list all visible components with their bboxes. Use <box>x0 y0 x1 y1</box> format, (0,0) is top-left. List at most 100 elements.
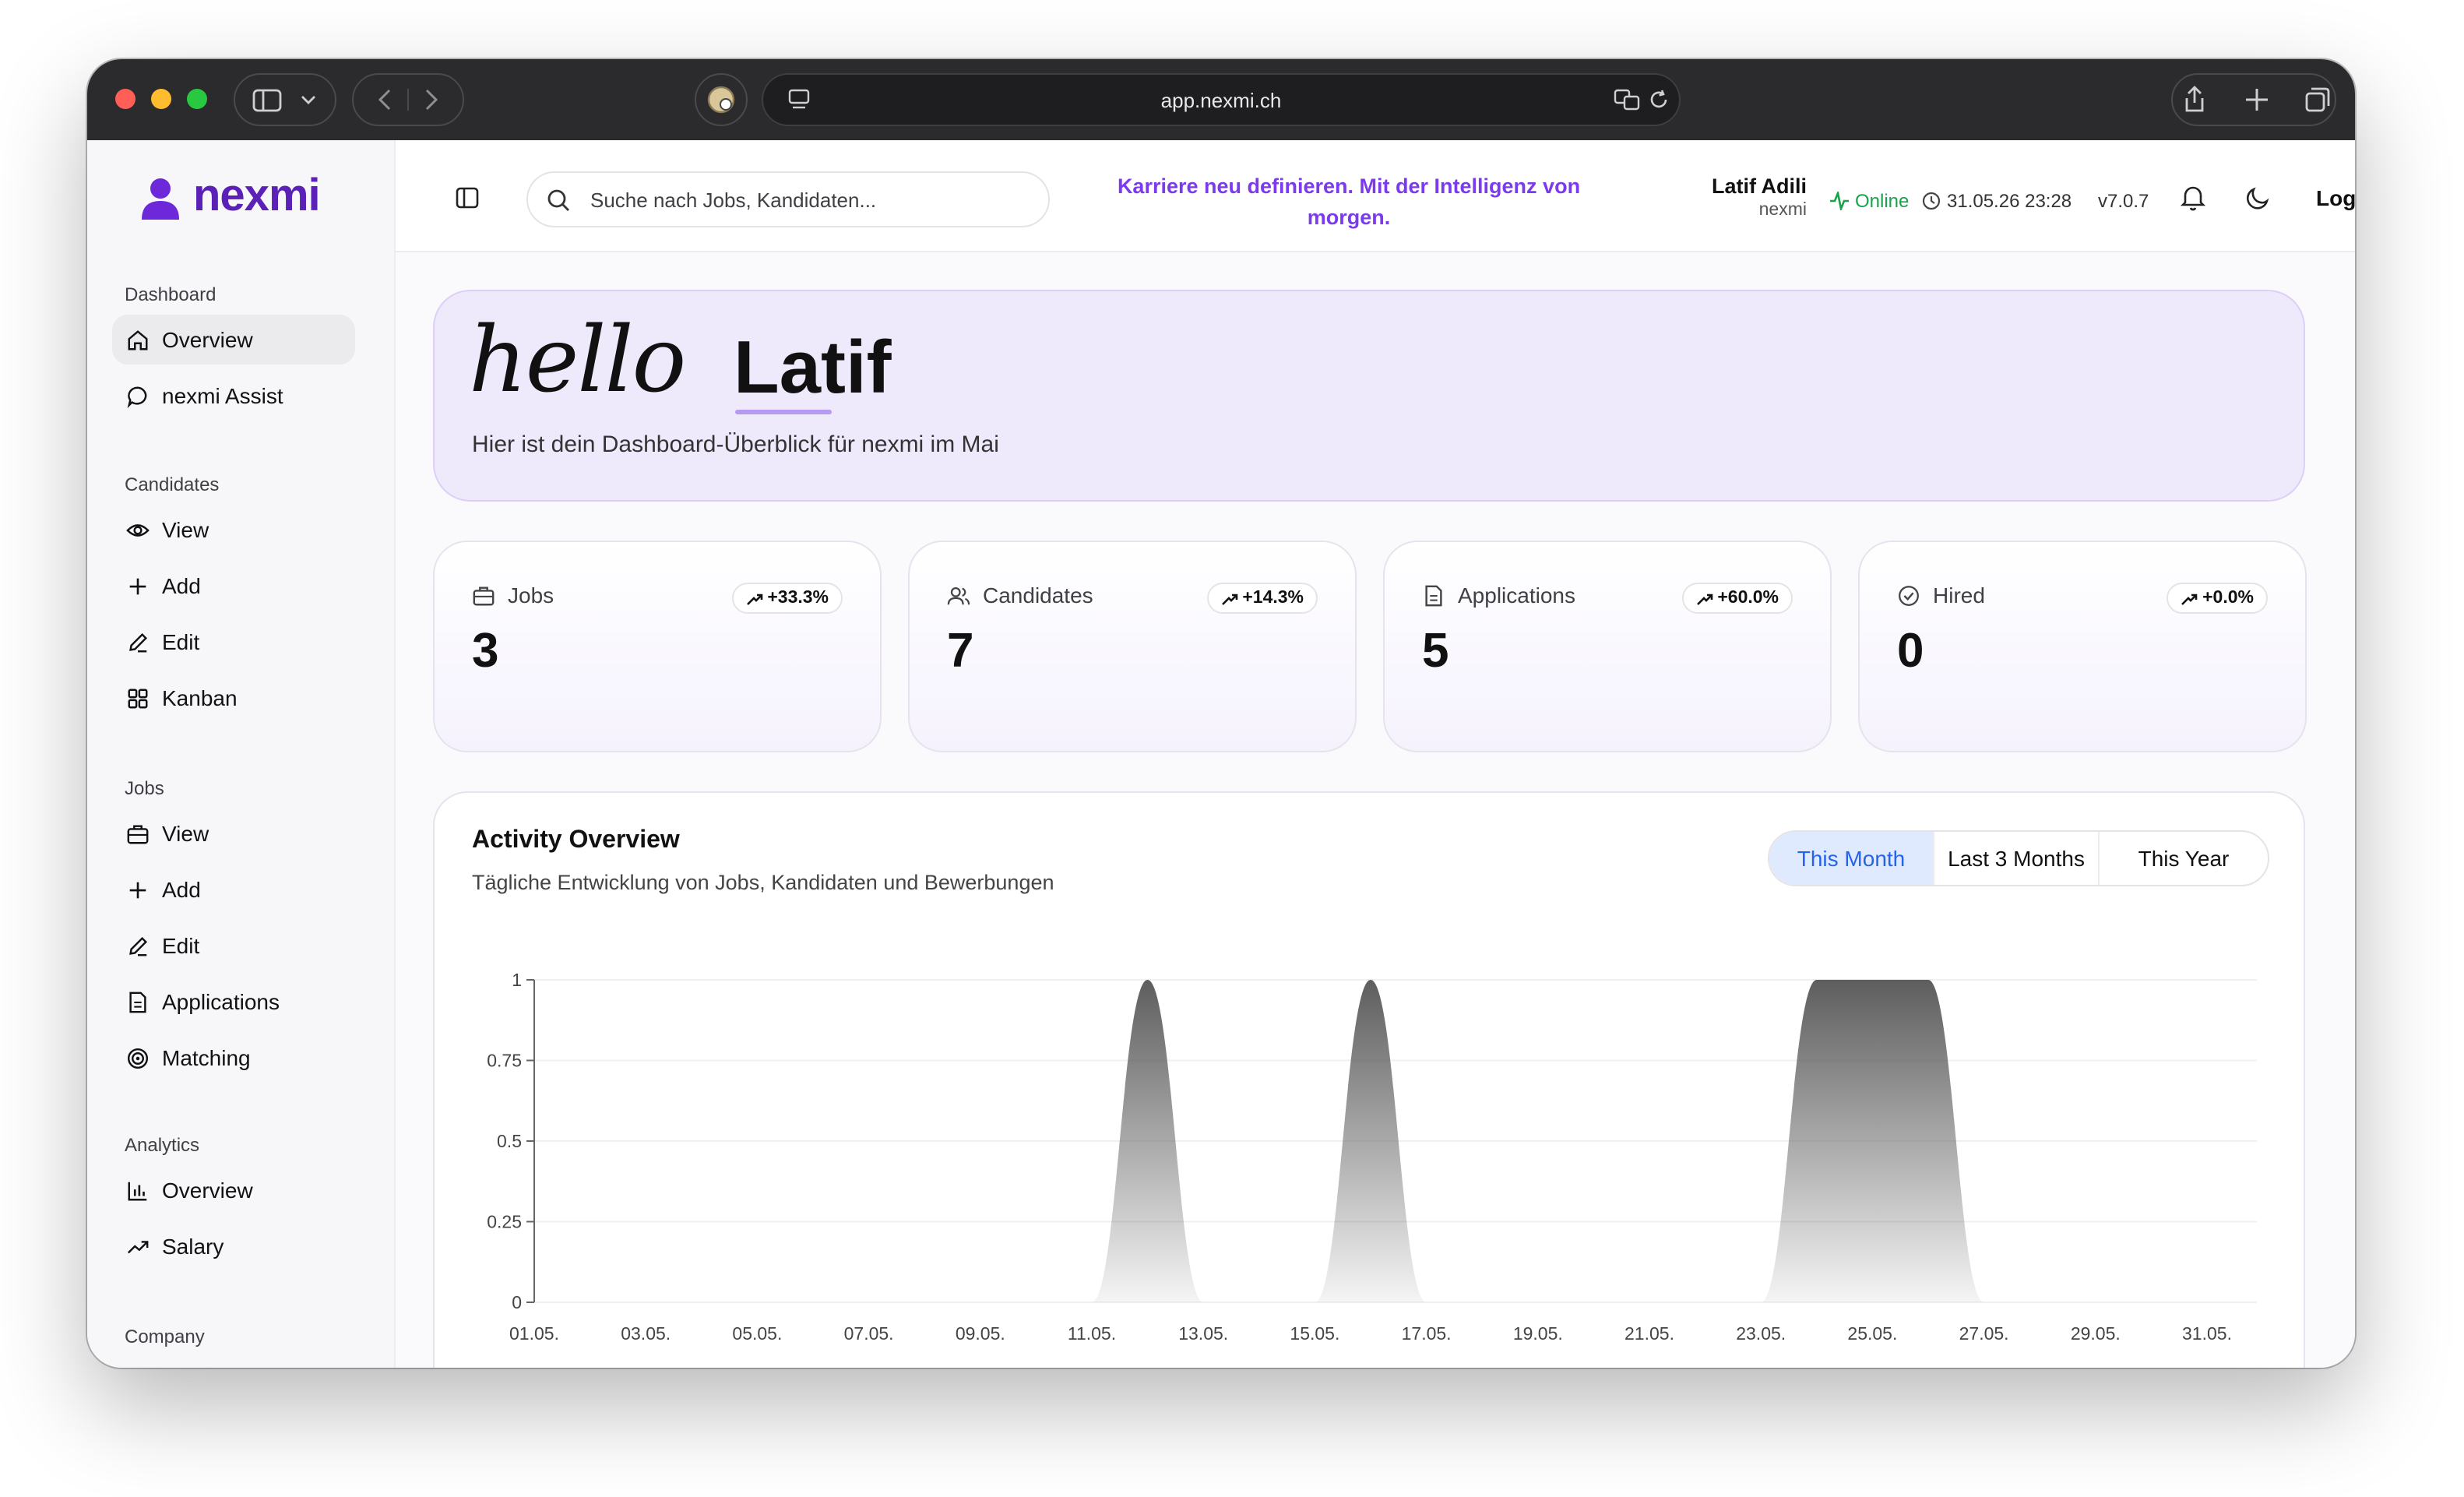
x-tick-label: 13.05. <box>1178 1323 1228 1344</box>
check-circle-icon <box>1899 585 1919 605</box>
status-indicator: Online <box>1829 190 1909 212</box>
y-tick-label: 0.25 <box>487 1212 522 1232</box>
bell-icon[interactable] <box>2181 184 2205 212</box>
sidebar-item-candidates-view[interactable]: View <box>112 505 355 555</box>
stat-change-badge: +60.0% <box>1681 583 1793 614</box>
stat-value: 3 <box>472 623 499 678</box>
translate-icon[interactable] <box>1614 89 1642 111</box>
datetime-display: 31.05.26 23:28 <box>1922 190 2072 212</box>
plus-icon <box>128 881 146 898</box>
moon-icon[interactable] <box>2246 185 2271 210</box>
trend-up-icon <box>746 593 762 604</box>
activity-chart: 0 0.25 0.5 0.75 1 01.05. 03.05. 05.05. 07.05. 09.… <box>487 970 2257 1344</box>
forward-icon <box>425 89 438 111</box>
stat-change-badge: +14.3% <box>1206 583 1318 614</box>
zoom-window-button[interactable] <box>187 89 207 109</box>
stat-label: Jobs <box>472 583 554 608</box>
sidebar-item-candidates-edit[interactable]: Edit <box>112 617 355 667</box>
greeting-subtitle: Hier ist dein Dashboard-Überblick für ne… <box>472 431 999 458</box>
y-tick-label: 0.5 <box>497 1131 522 1151</box>
trend-up-icon <box>1221 593 1237 604</box>
minimize-window-button[interactable] <box>151 89 171 109</box>
tagline: Karriere neu definieren. Mit der Intelli… <box>1117 174 1581 229</box>
y-tick-label: 0.75 <box>487 1051 522 1071</box>
home-icon <box>127 329 147 350</box>
x-tick-label: 25.05. <box>1847 1323 1897 1344</box>
sidebar-item-jobs-add[interactable]: Add <box>112 865 355 914</box>
clock-icon <box>1922 192 1941 210</box>
pencil-icon <box>128 632 147 652</box>
sidebar-item-label: Applications <box>162 989 280 1014</box>
stat-card-hired[interactable]: Hired 0 +0.0% <box>1858 541 2307 752</box>
sidebar-item-candidates-add[interactable]: Add <box>112 561 355 611</box>
briefcase-icon <box>126 824 148 844</box>
sidebar-section-title: Dashboard <box>125 284 216 305</box>
sidebar-item-jobs-applications[interactable]: Applications <box>112 977 355 1027</box>
grid-icon <box>127 688 147 708</box>
stat-value: 7 <box>947 623 974 678</box>
collapse-sidebar-icon[interactable] <box>455 185 480 210</box>
extension-icon <box>707 86 735 114</box>
sidebar-section-title: Analytics <box>125 1134 200 1156</box>
range-this-month-button[interactable]: This Month <box>1769 832 1934 885</box>
stat-value: 5 <box>1422 623 1449 678</box>
extension-button[interactable] <box>695 73 748 126</box>
search-input[interactable] <box>590 173 1026 226</box>
stat-card-jobs[interactable]: Jobs 3 +33.3% <box>433 541 882 752</box>
x-tick-label: 31.05. <box>2182 1323 2232 1344</box>
chat-bubble-icon <box>126 386 146 407</box>
sidebar-item-jobs-view[interactable]: View <box>112 808 355 858</box>
stat-label: Applications <box>1422 583 1575 608</box>
search-box <box>526 171 1050 227</box>
stat-card-candidates[interactable]: Candidates 7 +14.3% <box>908 541 1357 752</box>
sidebar-item-candidates-kanban[interactable]: Kanban <box>112 673 355 723</box>
activity-icon <box>1830 192 1849 210</box>
url-text: app.nexmi.ch <box>1160 89 1282 112</box>
activity-overview-card: Activity Overview Tägliche Entwicklung v… <box>433 791 2305 1368</box>
range-this-year-button[interactable]: This Year <box>2100 832 2268 885</box>
stat-label-text: Jobs <box>508 583 554 608</box>
stat-label-text: Hired <box>1933 583 1985 608</box>
sidebar-item-dashboard-nexmi-assist[interactable]: nexmi Assist <box>112 371 355 421</box>
sidebar-toggle-button[interactable] <box>234 73 336 126</box>
sidebar-item-jobs-matching[interactable]: Matching <box>112 1033 355 1083</box>
stat-card-applications[interactable]: Applications 5 +60.0% <box>1383 541 1832 752</box>
new-tab-icon <box>2246 89 2268 111</box>
address-bar[interactable]: app.nexmi.ch <box>762 73 1681 126</box>
user-logo-icon <box>142 178 179 219</box>
name-underline <box>735 410 832 414</box>
stat-change-text: +60.0% <box>1717 589 1779 608</box>
stat-change-text: +14.3% <box>1242 589 1304 608</box>
sidebar-item-analytics-overview[interactable]: Overview <box>112 1165 355 1215</box>
greeting-name: Latif <box>734 327 892 410</box>
sidebar-item-jobs-edit[interactable]: Edit <box>112 921 355 970</box>
sidebar-item-label: nexmi Assist <box>162 383 283 408</box>
range-last-3-months-button[interactable]: Last 3 Months <box>1934 832 2100 885</box>
sidebar-item-analytics-salary[interactable]: Salary <box>112 1221 355 1271</box>
sidebar-icon <box>252 89 315 112</box>
sidebar: nexmi Dashboard Overview nexmi Assist Candi… <box>87 140 396 1368</box>
x-tick-label: 01.05. <box>509 1323 559 1344</box>
stat-change-badge: +33.3% <box>731 583 843 614</box>
trend-up-icon <box>1696 593 1712 604</box>
activity-title: Activity Overview <box>472 827 680 854</box>
user-info[interactable]: Latif Adili nexmi <box>1601 174 1807 220</box>
stat-change-text: +33.3% <box>767 589 829 608</box>
logout-button[interactable]: Logout <box>2316 185 2355 210</box>
sidebar-item-label: View <box>162 517 209 542</box>
user-name: Latif Adili <box>1712 174 1807 198</box>
sidebar-item-dashboard-overview[interactable]: Overview <box>112 315 355 365</box>
x-tick-label: 27.05. <box>1959 1323 2009 1344</box>
brand-logo[interactable]: nexmi <box>137 171 321 223</box>
activity-subtitle: Tägliche Entwicklung von Jobs, Kandidate… <box>472 871 1054 894</box>
sidebar-item-label: View <box>162 821 209 846</box>
x-tick-label: 03.05. <box>621 1323 671 1344</box>
document-icon <box>1425 584 1442 606</box>
back-forward-icon <box>378 89 438 111</box>
version-label: v7.0.7 <box>2098 190 2149 212</box>
x-tick-label: 15.05. <box>1290 1323 1339 1344</box>
close-window-button[interactable] <box>115 89 136 109</box>
tab-overview-icon <box>2305 87 2330 112</box>
history-nav-group <box>352 73 464 126</box>
reload-icon[interactable] <box>1648 89 1670 111</box>
